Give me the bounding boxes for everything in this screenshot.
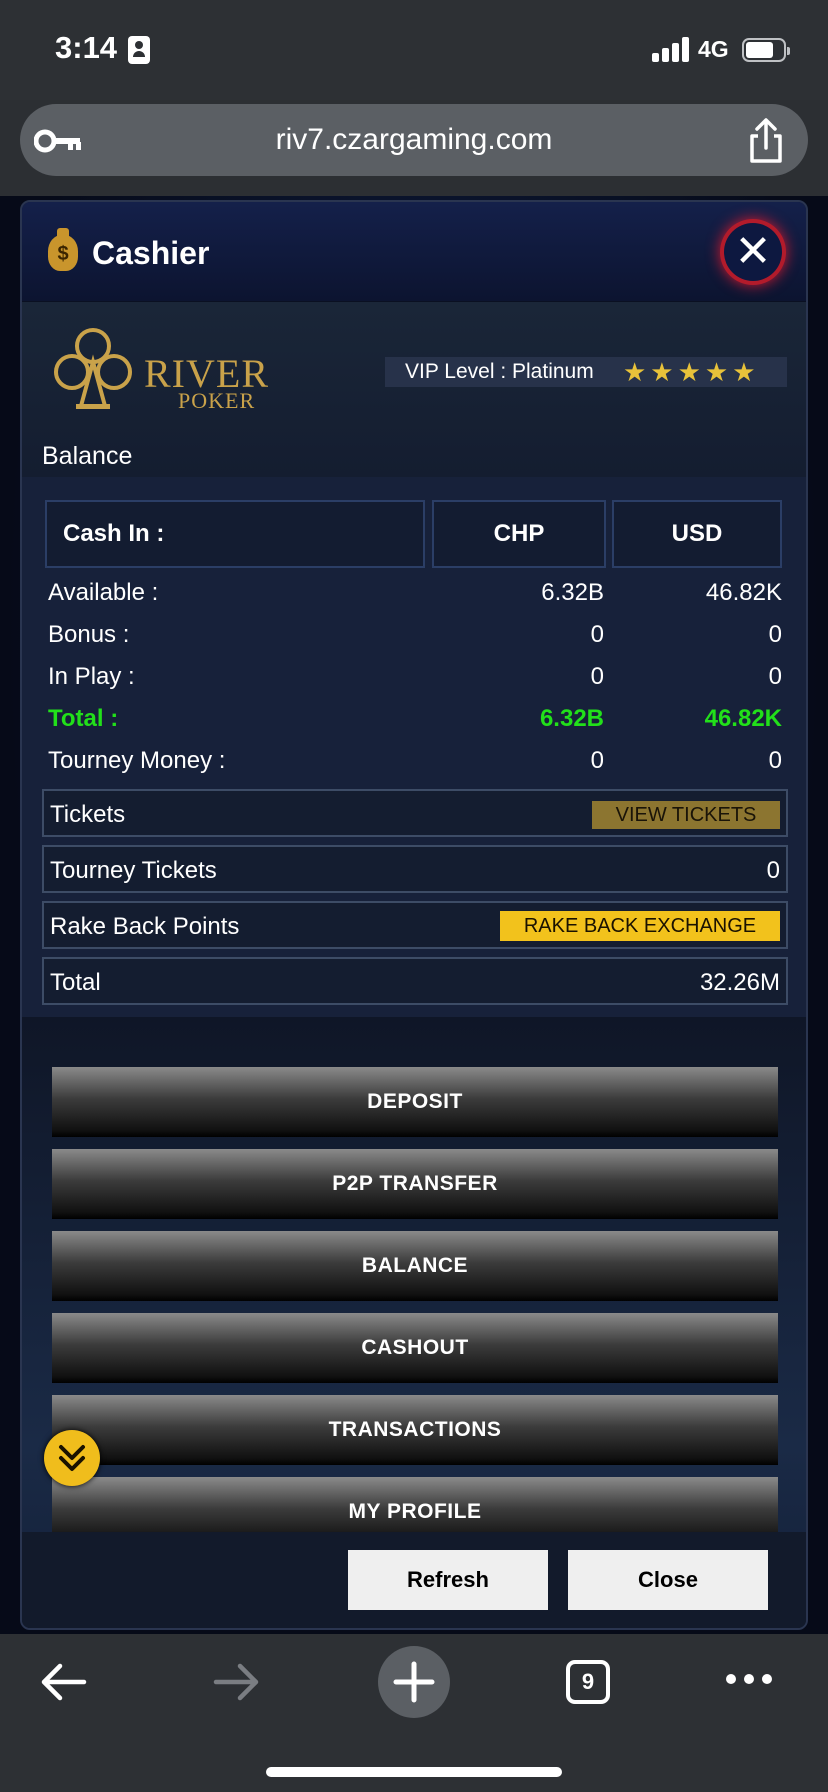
- vip-level-label: VIP Level : Platinum: [405, 360, 594, 383]
- deposit-button[interactable]: DEPOSIT: [52, 1067, 778, 1137]
- total-points-label: Total: [50, 969, 101, 996]
- url-text: riv7.czargaming.com: [275, 123, 553, 156]
- close-button[interactable]: Close: [568, 1550, 768, 1610]
- more-icon[interactable]: [724, 1672, 774, 1686]
- account-info: RIVER POKER VIP Level : Platinum ★★★★★ B…: [22, 302, 806, 477]
- rake-back-exchange-button[interactable]: RAKE BACK EXCHANGE: [500, 911, 780, 941]
- close-modal-button[interactable]: ✕: [724, 223, 782, 281]
- usd-column-header: USD: [612, 500, 782, 568]
- forward-arrow-icon[interactable]: [212, 1660, 262, 1704]
- double-chevron-down-icon: [59, 1445, 85, 1471]
- p2p-transfer-button[interactable]: P2P TRANSFER: [52, 1149, 778, 1219]
- cellular-signal-icon: [652, 36, 692, 62]
- bonus-usd: 0: [768, 621, 782, 648]
- vip-level-badge: VIP Level : Platinum ★★★★★: [385, 357, 787, 387]
- tourney-money-usd: 0: [768, 747, 782, 774]
- cashier-modal: $ Cashier ✕ RIVER POKER VIP Level : Plat…: [20, 200, 808, 1630]
- tourney-money-chp: 0: [590, 747, 604, 774]
- new-tab-button[interactable]: [378, 1646, 450, 1718]
- contact-card-icon: [128, 36, 150, 64]
- logo-sub-text: POKER: [178, 388, 256, 413]
- total-points-row: Total 32.26M: [42, 957, 788, 1005]
- total-usd: 46.82K: [704, 705, 782, 732]
- status-time: 3:14: [55, 30, 118, 65]
- share-icon[interactable]: [744, 118, 788, 164]
- scroll-down-button[interactable]: [44, 1430, 100, 1486]
- star-rating-icon: ★★★★★: [623, 357, 760, 387]
- balance-panel: Cash In : CHP USD Available : 6.32B 46.8…: [22, 477, 806, 1017]
- river-poker-logo: RIVER POKER: [48, 326, 278, 414]
- chp-column-header: CHP: [432, 500, 606, 568]
- plus-icon: [393, 1661, 435, 1703]
- tourney-tickets-row: Tourney Tickets 0: [42, 845, 788, 893]
- status-bar: 3:14 4G: [0, 0, 828, 100]
- total-points-value: 32.26M: [699, 969, 780, 996]
- address-bar[interactable]: riv7.czargaming.com: [20, 104, 808, 176]
- total-label: Total :: [48, 705, 119, 732]
- rake-back-row: Rake Back Points RAKE BACK EXCHANGE: [42, 901, 788, 949]
- home-indicator: [266, 1767, 562, 1777]
- transactions-button[interactable]: TRANSACTIONS: [52, 1395, 778, 1465]
- balance-caption: Balance: [42, 442, 133, 470]
- tabs-button[interactable]: 9: [566, 1660, 610, 1704]
- rake-back-label: Rake Back Points: [50, 913, 240, 940]
- total-chp: 6.32B: [539, 705, 604, 732]
- tickets-label: Tickets: [50, 801, 126, 828]
- bonus-label: Bonus :: [48, 621, 130, 648]
- cashout-button[interactable]: CASHOUT: [52, 1313, 778, 1383]
- back-arrow-icon[interactable]: [38, 1660, 88, 1704]
- battery-icon: [742, 38, 790, 62]
- modal-title: Cashier: [92, 235, 210, 271]
- network-type: 4G: [698, 36, 729, 62]
- in-play-chp: 0: [590, 663, 604, 690]
- balance-button[interactable]: BALANCE: [52, 1231, 778, 1301]
- in-play-usd: 0: [768, 663, 782, 690]
- money-bag-icon: $: [48, 228, 78, 271]
- cash-in-header: Cash In :: [45, 500, 425, 568]
- modal-footer: Refresh Close: [22, 1532, 806, 1628]
- tourney-tickets-value: 0: [766, 857, 780, 884]
- modal-header: $ Cashier ✕: [22, 202, 806, 302]
- bonus-chp: 0: [590, 621, 604, 648]
- view-tickets-button[interactable]: VIEW TICKETS: [592, 801, 780, 829]
- tourney-money-label: Tourney Money :: [48, 747, 226, 774]
- available-chp: 6.32B: [541, 579, 604, 606]
- available-label: Available :: [48, 579, 159, 606]
- available-usd: 46.82K: [705, 579, 782, 606]
- tickets-row: Tickets VIEW TICKETS: [42, 789, 788, 837]
- tourney-tickets-label: Tourney Tickets: [50, 857, 217, 884]
- refresh-button[interactable]: Refresh: [348, 1550, 548, 1610]
- in-play-label: In Play :: [48, 663, 135, 690]
